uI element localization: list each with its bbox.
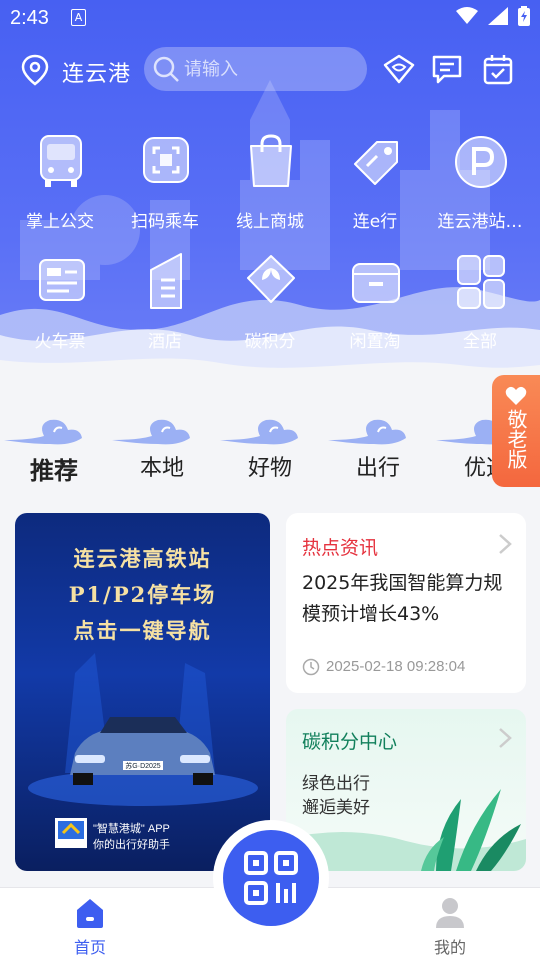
home-screen: 2:43 A 连云港 请输入 掌上公交 扫码乘车 线上商城 连e行 连云港站… … [0,0,540,960]
location-pin-icon[interactable] [20,54,50,86]
search-input[interactable] [184,47,354,91]
service-label: 全部 [463,332,497,352]
banner-slogan-2: 你的出行好助手 [93,839,170,851]
train-ticket-icon [39,259,85,301]
shopping-bag-icon [250,134,292,187]
car-illustration [28,653,258,806]
chevron-right-icon [499,728,512,748]
service-bus[interactable]: 掌上公交 [6,130,114,240]
cloud-icon [4,419,82,445]
bus-icon [40,135,82,187]
qr-code-icon [244,851,298,905]
tab-label: 出行 [355,456,400,481]
nav-mine-label: 我的 [433,938,466,957]
user-icon [436,898,464,928]
clock-icon [302,658,320,676]
message-icon[interactable] [430,52,464,86]
cloud-icon [436,419,492,445]
status-time: 2:43 [10,7,49,29]
service-label: 碳积分 [244,332,296,352]
nav-home[interactable]: 首页 [40,896,140,958]
diamond-leaf-icon[interactable] [382,52,416,86]
tag-icon [354,141,398,185]
tab-label: 推荐 [30,457,78,485]
service-all[interactable]: 全部 [426,250,534,360]
news-timestamp: 2025-02-18 09:28:04 [326,658,466,675]
service-scan-ride[interactable]: 扫码乘车 [111,130,219,240]
service-label: 连e行 [352,212,398,232]
banner-line-1: 连云港高铁站 [73,546,212,571]
tab-local[interactable]: 本地 [108,405,216,485]
tab-label: 本地 [139,456,184,481]
service-label: 扫码乘车 [131,212,199,232]
sim-icon: A [71,9,86,26]
cloud-icon [220,419,298,445]
box-icon [352,263,400,303]
chevron-right-icon [499,534,512,554]
service-train-ticket[interactable]: 火车票 [6,250,114,360]
service-carbon-points[interactable]: 碳积分 [216,250,324,360]
qr-scan-button[interactable] [223,830,319,926]
signal-icon [488,7,508,25]
carbon-line-2: 邂逅美好 [302,798,370,818]
hotel-icon [150,253,182,309]
service-lian-e-xing[interactable]: 连e行 [321,130,429,240]
tab-travel[interactable]: 出行 [324,405,432,485]
top-bar: 连云港 [0,44,540,96]
service-online-mall[interactable]: 线上商城 [216,130,324,240]
battery-icon [518,6,530,26]
service-label: 连云港站… [437,212,523,232]
wifi-icon [456,7,478,24]
tab-label: 优选 [464,456,492,481]
promo-banner[interactable]: 连云港高铁站 P1/P2停车场 点击一键导航 苏G·D2025 "智慧港城" A… [15,513,270,871]
cloud-icon [112,419,190,445]
carbon-line-1: 绿色出行 [302,774,370,794]
news-heading: 热点资讯 [302,537,379,559]
hot-news-card[interactable]: 热点资讯 2025年我国智能算力规模预计增长43% 2025-02-18 09:… [286,513,526,693]
nav-mine[interactable]: 我的 [400,896,500,958]
service-label: 线上商城 [236,212,304,232]
carbon-points-card[interactable]: 碳积分中心 绿色出行 邂逅美好 [286,709,526,871]
search-icon [153,56,179,82]
service-lyg-station[interactable]: 连云港站… [426,130,534,240]
news-title: 2025年我国智能算力规模预计增长43% [302,572,503,625]
calendar-check-icon[interactable] [481,52,515,86]
service-label: 酒店 [148,332,182,352]
scan-ride-icon [143,137,189,183]
banner-slogan-1: "智慧港城" APP [93,823,170,835]
tab-label: 好物 [247,456,292,481]
service-label: 火车票 [34,332,86,352]
service-hotel[interactable]: 酒店 [111,250,219,360]
service-label: 掌上公交 [26,212,94,232]
cloud-icon [328,419,406,445]
status-bar: 2:43 A [0,0,540,36]
service-label: 闲置淘 [349,332,401,352]
app-logo-icon [55,818,87,848]
carbon-heading: 碳积分中心 [302,731,398,753]
nav-home-label: 首页 [73,938,106,957]
leaf-icon [247,255,295,303]
service-second-hand[interactable]: 闲置淘 [321,250,429,360]
heart-icon [505,386,527,405]
banner-line-2: P1/P2停车场 [68,582,217,607]
license-plate: 苏G·D2025 [125,763,161,770]
home-icon [77,899,103,928]
search-bar[interactable] [144,47,367,91]
banner-line-3: 点击一键导航 [73,618,212,643]
tab-selected[interactable]: 优选 [432,405,492,485]
tab-recommend[interactable]: 推荐 [0,405,108,485]
all-apps-icon [457,255,505,309]
category-tabs: 推荐 本地 好物 出行 优选 [0,405,540,485]
tab-goods[interactable]: 好物 [216,405,324,485]
city-selector[interactable]: 连云港 [62,56,131,88]
parking-icon [455,136,507,188]
